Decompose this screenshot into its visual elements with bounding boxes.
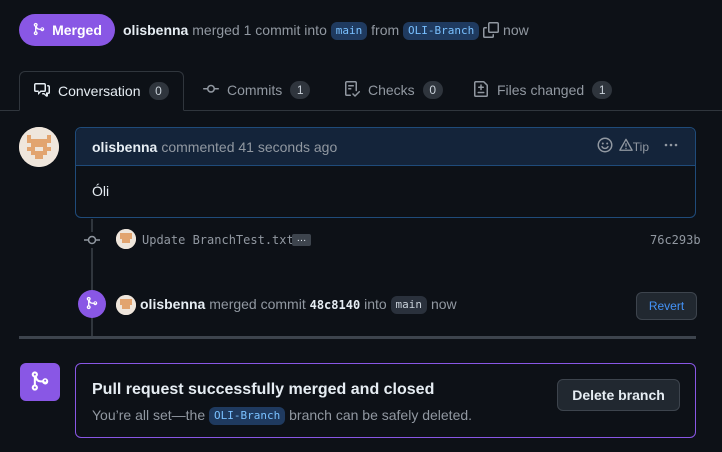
commenter-avatar[interactable] xyxy=(19,127,59,167)
delete-branch-button[interactable]: Delete branch xyxy=(557,379,680,411)
comment-author-link[interactable]: olisbenna xyxy=(92,139,157,155)
comment-card: olisbenna commented 41 seconds ago Tip Ó… xyxy=(75,127,696,218)
base-branch-chip[interactable]: main xyxy=(330,22,368,40)
tab-conversation-count: 0 xyxy=(148,82,169,100)
commit-sha-link[interactable]: 76c293b xyxy=(650,233,701,247)
merge-target-branch-chip[interactable]: main xyxy=(390,296,428,314)
merge-event-action: merged commit xyxy=(209,296,306,312)
tab-files-changed-label: Files changed xyxy=(497,82,585,98)
expand-commit-button[interactable]: … xyxy=(292,234,311,246)
merged-status-label: Merged xyxy=(52,22,102,38)
git-merge-icon xyxy=(29,370,51,395)
tab-files-changed-count: 1 xyxy=(592,81,613,99)
merged-panel-text-after: branch can be safely deleted. xyxy=(289,407,473,423)
tab-checks-label: Checks xyxy=(368,82,415,98)
merger-author-link[interactable]: olisbenna xyxy=(140,296,205,312)
merge-event-badge xyxy=(78,290,106,318)
merged-panel-branch-chip[interactable]: OLI-Branch xyxy=(209,407,286,425)
timeline-end-divider xyxy=(19,336,696,339)
merge-event-text: olisbenna merged commit 48c8140 into mai… xyxy=(140,295,457,314)
tab-commits[interactable]: Commits 1 xyxy=(203,70,311,110)
merged-panel-text-before: You’re all set—the xyxy=(92,407,206,423)
merged-panel-icon-tile xyxy=(20,363,60,401)
tab-checks-count: 0 xyxy=(422,81,443,99)
merge-event-into: into xyxy=(364,296,387,312)
git-commit-icon xyxy=(203,81,219,100)
checklist-icon xyxy=(344,80,361,100)
pr-author-link[interactable]: olisbenna xyxy=(123,22,188,38)
head-branch-chip[interactable]: OLI-Branch xyxy=(403,22,480,40)
git-merge-icon xyxy=(32,22,46,39)
copy-icon[interactable] xyxy=(483,22,500,43)
merge-time: now xyxy=(503,22,529,38)
comment-body: Óli xyxy=(92,183,110,199)
git-merge-icon xyxy=(85,296,99,313)
merged-panel-description: You’re all set—the OLI-Branch branch can… xyxy=(92,406,472,425)
pr-merge-summary: olisbenna merged 1 commit into main from… xyxy=(123,20,529,43)
tab-checks[interactable]: Checks 0 xyxy=(344,70,443,110)
merge-commit-sha-link[interactable]: 48c8140 xyxy=(310,298,361,312)
comment-header: olisbenna commented 41 seconds ago Tip xyxy=(76,128,695,166)
comment-discussion-icon xyxy=(34,82,50,101)
pr-tab-bar: Conversation 0 Commits 1 Checks 0 Files … xyxy=(0,70,722,111)
comment-meta[interactable]: commented 41 seconds ago xyxy=(161,139,337,155)
tab-files-changed[interactable]: Files changed 1 xyxy=(473,70,613,110)
tab-commits-label: Commits xyxy=(227,82,283,98)
revert-button[interactable]: Revert xyxy=(636,292,697,320)
from-text: from xyxy=(371,22,400,38)
merger-avatar[interactable] xyxy=(116,295,136,315)
tip-label[interactable]: Tip xyxy=(633,140,649,154)
commit-message-link[interactable]: Update BranchTest.txt xyxy=(142,233,294,247)
smiley-icon[interactable] xyxy=(597,137,613,156)
commit-author-avatar[interactable] xyxy=(116,229,136,249)
merged-panel-title: Pull request successfully merged and clo… xyxy=(92,381,435,398)
kebab-horizontal-icon[interactable] xyxy=(663,137,679,156)
tab-conversation[interactable]: Conversation 0 xyxy=(19,71,184,111)
file-diff-icon xyxy=(473,80,489,100)
tab-conversation-label: Conversation xyxy=(58,83,141,99)
commit-dot-icon xyxy=(84,232,100,248)
merge-action-text: merged 1 commit into xyxy=(192,22,327,38)
merged-status-badge: Merged xyxy=(19,14,115,46)
merge-event-time: now xyxy=(430,296,457,312)
tab-commits-count: 1 xyxy=(290,81,311,99)
alert-icon[interactable] xyxy=(618,138,633,155)
